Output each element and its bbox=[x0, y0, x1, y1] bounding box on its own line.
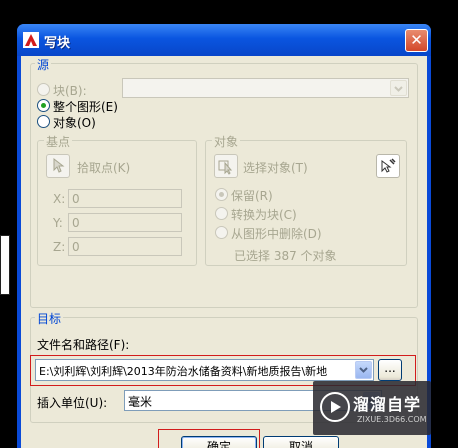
close-button[interactable]: ✕ bbox=[405, 29, 428, 52]
chevron-down-icon bbox=[359, 367, 368, 373]
quick-select-button[interactable] bbox=[376, 154, 400, 178]
ok-button-label: 确定 bbox=[206, 440, 231, 448]
pick-point-label: 拾取点(K) bbox=[77, 161, 131, 175]
block-select-dropdown[interactable] bbox=[390, 80, 407, 96]
radio-selected-dot bbox=[41, 103, 46, 108]
y-field[interactable]: 0 bbox=[68, 213, 182, 232]
pick-point-icon bbox=[53, 157, 65, 173]
block-radio-label: 块(B): bbox=[53, 84, 87, 98]
selected-count-text: 已选择 387 个对象 bbox=[234, 249, 337, 263]
whole-drawing-radio-label: 整个图形(E) bbox=[53, 100, 118, 114]
title-bar[interactable]: 写块 ✕ bbox=[17, 24, 431, 56]
z-field[interactable]: 0 bbox=[68, 237, 182, 256]
select-objects-label: 选择对象(T) bbox=[243, 161, 308, 175]
ok-button[interactable]: 确定 bbox=[181, 436, 257, 448]
autocad-app-icon bbox=[23, 32, 39, 48]
base-point-group: 基点 拾取点(K) X: 0 Y: 0 Z: 0 bbox=[37, 133, 197, 266]
watermark-logo-icon bbox=[320, 392, 350, 422]
browse-button[interactable]: ... bbox=[378, 359, 402, 381]
select-objects-button[interactable] bbox=[214, 154, 238, 178]
cancel-button-label: 取消 bbox=[288, 440, 313, 448]
x-field[interactable]: 0 bbox=[68, 189, 182, 208]
y-label: Y: bbox=[53, 216, 63, 230]
z-value: 0 bbox=[72, 240, 80, 254]
select-objects-icon bbox=[218, 160, 233, 175]
file-path-value: E:\刘利辉\刘利辉\2013年防治水储备资料\新地质报告\新地 bbox=[39, 365, 328, 378]
base-point-group-legend: 基点 bbox=[44, 133, 73, 150]
dialog-title: 写块 bbox=[44, 36, 71, 51]
file-path-dropdown[interactable] bbox=[355, 361, 372, 379]
source-group-legend: 源 bbox=[35, 56, 52, 73]
block-select[interactable] bbox=[122, 78, 409, 98]
destination-group-legend: 目标 bbox=[35, 310, 64, 327]
convert-to-block-radio[interactable] bbox=[215, 207, 228, 220]
file-path-label: 文件名和路径(F): bbox=[37, 338, 130, 352]
objects-radio-label: 对象(O) bbox=[53, 116, 96, 130]
quick-select-icon bbox=[381, 158, 396, 173]
watermark-url: ZIXUE.3D66.COM bbox=[357, 415, 427, 424]
insert-units-value: 毫米 bbox=[128, 395, 153, 409]
x-label: X: bbox=[53, 192, 66, 206]
y-value: 0 bbox=[72, 216, 80, 230]
x-value: 0 bbox=[72, 192, 80, 206]
delete-from-drawing-label: 从图形中删除(D) bbox=[231, 227, 322, 241]
retain-radio[interactable] bbox=[215, 188, 228, 201]
objects-group: 对象 选择对象(T) 保留(R) 转换为块(C) 从图形中删除(D) 已选择 3… bbox=[205, 133, 407, 266]
retain-radio-label: 保留(R) bbox=[231, 189, 273, 203]
convert-to-block-label: 转换为块(C) bbox=[231, 208, 297, 222]
block-radio[interactable] bbox=[37, 83, 50, 96]
source-group: 源 块(B): 整个图形(E) 对象(O) 基点 拾取点(K) X: 0 Y: … bbox=[30, 56, 418, 308]
whole-drawing-radio[interactable] bbox=[37, 99, 50, 112]
chevron-down-icon bbox=[394, 86, 403, 92]
z-label: Z: bbox=[53, 240, 66, 254]
browse-button-label: ... bbox=[384, 361, 396, 375]
file-path-combo[interactable]: E:\刘利辉\刘利辉\2013年防治水储备资料\新地质报告\新地 bbox=[35, 359, 374, 381]
delete-from-drawing-radio[interactable] bbox=[215, 226, 228, 239]
watermark: 溜溜自学 ZIXUE.3D66.COM bbox=[313, 381, 431, 435]
watermark-brand: 溜溜自学 bbox=[353, 395, 422, 414]
cancel-button[interactable]: 取消 bbox=[263, 436, 339, 448]
insert-units-label: 插入单位(U): bbox=[37, 396, 108, 410]
objects-radio[interactable] bbox=[37, 115, 50, 128]
pick-point-button[interactable] bbox=[46, 154, 70, 178]
radio-selected-dot bbox=[219, 192, 224, 197]
close-icon: ✕ bbox=[410, 31, 423, 49]
background-strip bbox=[0, 235, 10, 295]
objects-group-legend: 对象 bbox=[212, 133, 241, 150]
